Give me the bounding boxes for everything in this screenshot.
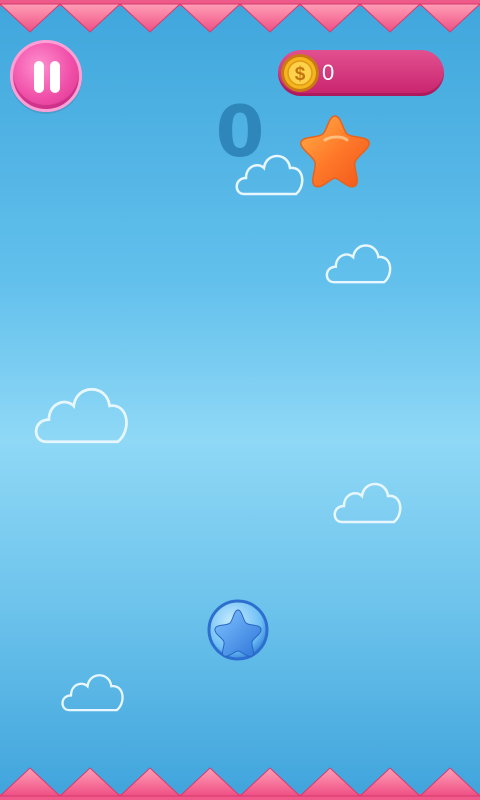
game-stage[interactable]: $ 0 0 bbox=[0, 0, 480, 800]
spike bbox=[0, 767, 62, 797]
spike bbox=[0, 3, 62, 33]
pause-icon bbox=[34, 61, 44, 93]
cloud bbox=[34, 388, 128, 444]
orange-star bbox=[300, 115, 370, 188]
spike bbox=[298, 3, 362, 33]
cloud bbox=[61, 674, 124, 712]
spike bbox=[298, 767, 362, 797]
spike bbox=[358, 3, 422, 33]
spike bbox=[58, 767, 122, 797]
spike bbox=[238, 3, 302, 33]
cloud bbox=[325, 244, 392, 284]
spike bbox=[178, 767, 242, 797]
spike bbox=[58, 3, 122, 33]
spike bbox=[178, 3, 242, 33]
spike bbox=[238, 767, 302, 797]
coin-count: 0 bbox=[322, 60, 335, 85]
spike bbox=[418, 3, 480, 33]
bottom-spike-row bbox=[0, 767, 480, 800]
spike bbox=[118, 3, 182, 33]
pause-icon-bar bbox=[50, 61, 60, 93]
dollar-coin-icon: $ bbox=[281, 54, 319, 92]
spike bbox=[358, 767, 422, 797]
cloud bbox=[333, 482, 402, 524]
pause-button[interactable] bbox=[10, 40, 82, 112]
score-counter: 0 bbox=[215, 91, 265, 173]
player-star-bubble[interactable] bbox=[206, 598, 270, 662]
top-spike-row bbox=[0, 0, 480, 33]
spike bbox=[118, 767, 182, 797]
coin-counter: $ 0 bbox=[278, 50, 444, 96]
spike bbox=[418, 767, 480, 797]
svg-text:$: $ bbox=[295, 64, 306, 85]
